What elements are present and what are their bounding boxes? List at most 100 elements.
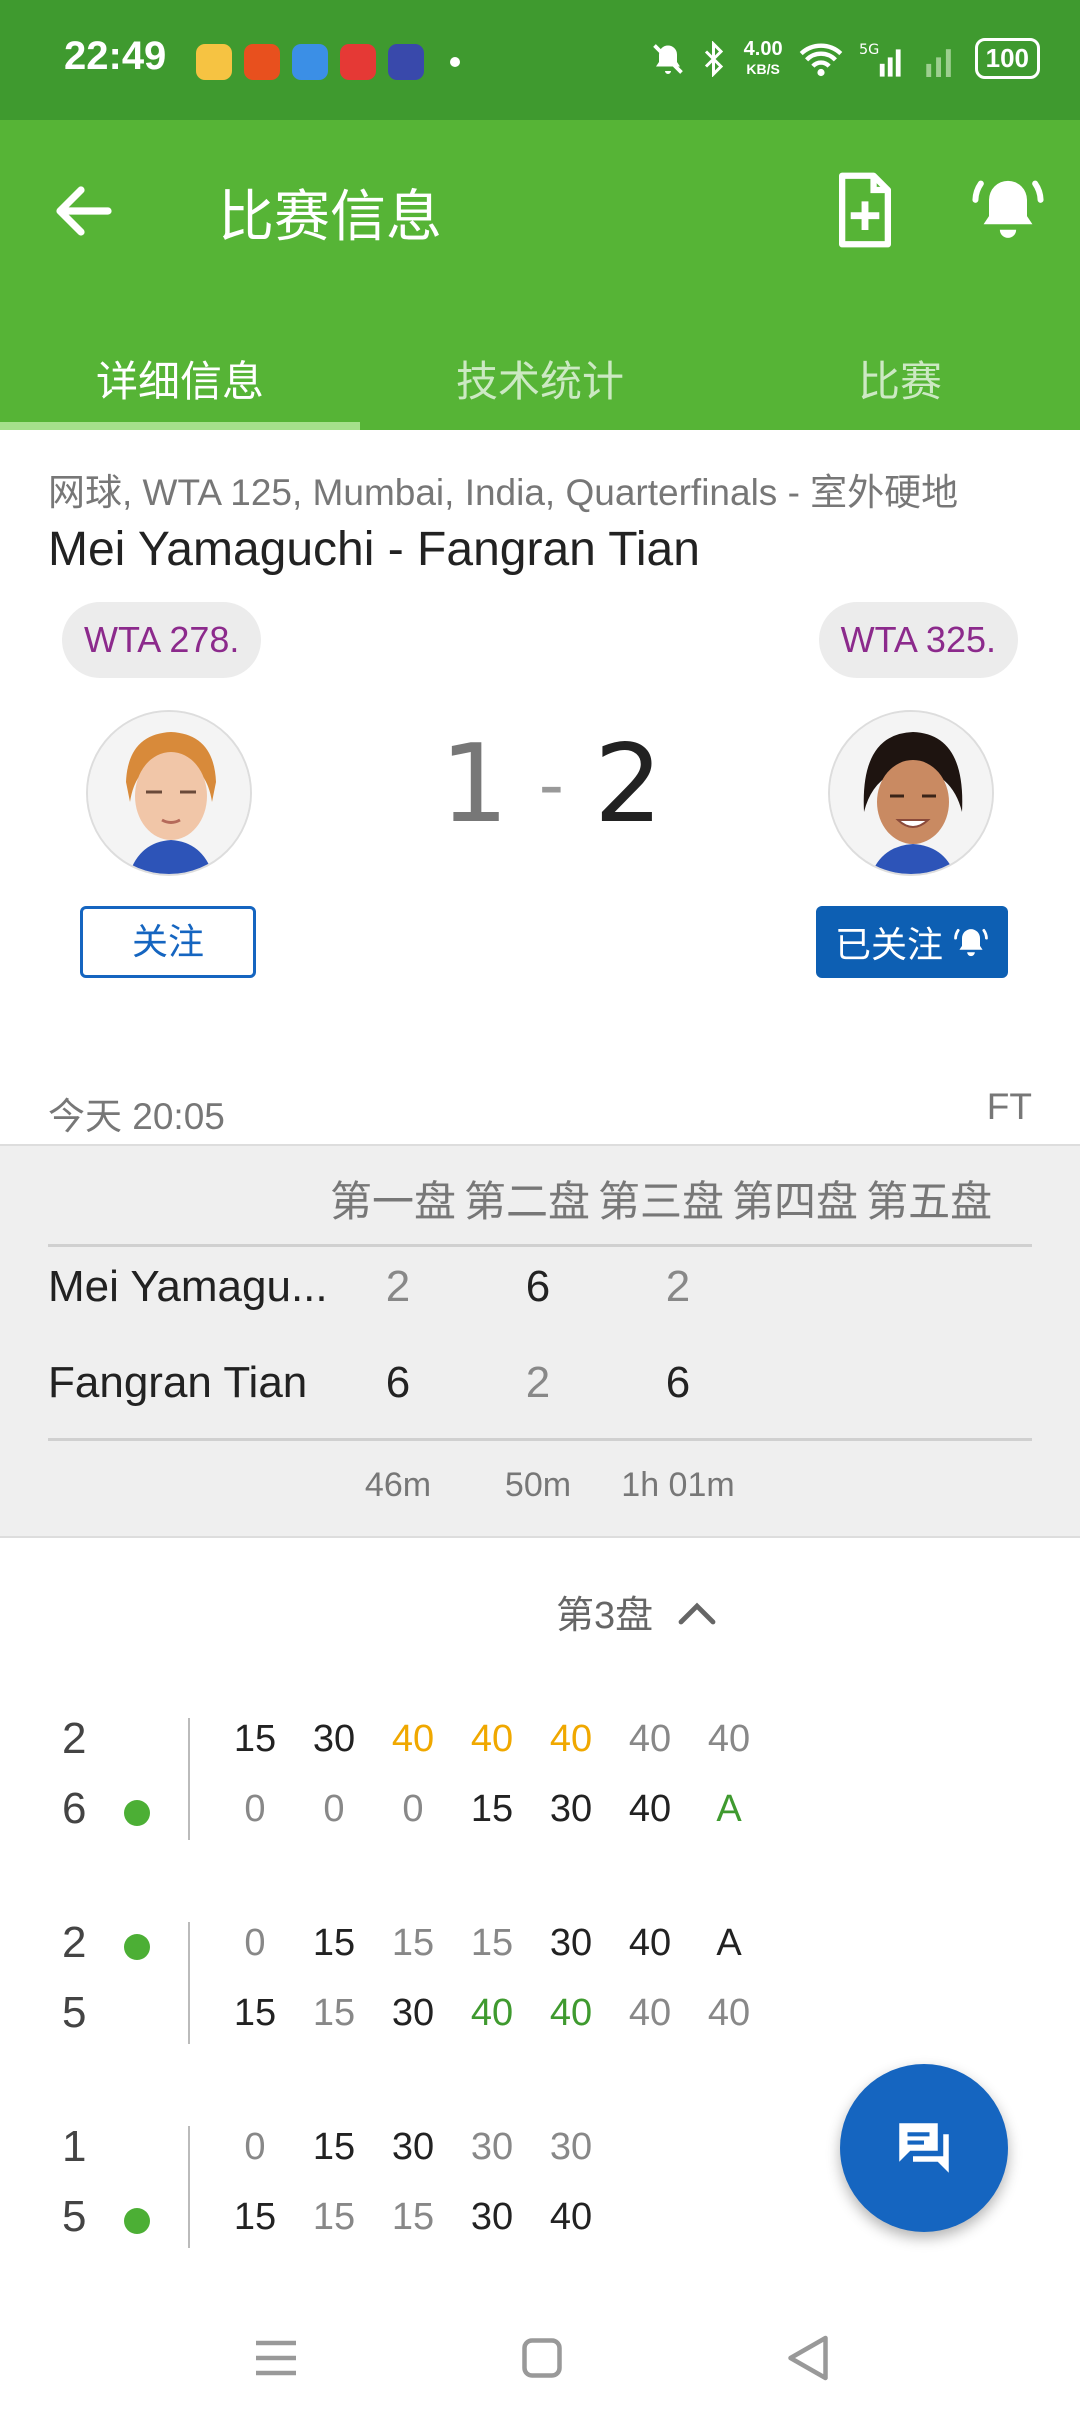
score-right: 2 (593, 722, 663, 847)
set-headers: 第一盘 第二盘 第三盘 第四盘 第五盘 (330, 1168, 992, 1229)
match-meta: 网球, WTA 125, Mumbai, India, Quarterfinal… (48, 472, 959, 513)
chat-button[interactable] (840, 2064, 1008, 2232)
server-indicator-icon (124, 1934, 150, 1960)
point-score: 30 (549, 1922, 593, 1964)
tab-statistics[interactable]: 技术统计 (360, 310, 720, 430)
server-indicator-icon (124, 1800, 150, 1826)
tab-details[interactable]: 详细信息 (0, 310, 360, 430)
point-score: A (716, 1922, 742, 1964)
wifi-icon (799, 43, 842, 76)
follow-button-left[interactable]: 关注 (80, 906, 256, 978)
status-indicators: 4.00 KB/S 5G 100 (650, 38, 1040, 79)
point-score: 40 (391, 1718, 435, 1760)
following-button-right[interactable]: 已关注 (816, 906, 1008, 978)
net-speed: 4.00 KB/S (743, 37, 783, 77)
match-status: FT (986, 1086, 1032, 1127)
player-name-2: Fangran Tian (48, 1358, 308, 1407)
signal-empty-icon (925, 48, 951, 77)
set-detail-toggle[interactable]: 第3盘 (556, 1584, 717, 1639)
point-score: 30 (549, 1788, 593, 1830)
tab-matches[interactable]: 比赛 (720, 310, 1080, 430)
game-score-top: 2 (62, 1918, 87, 1967)
point-score: 40 (549, 1992, 593, 2034)
point-score: 40 (628, 1788, 672, 1830)
menu-icon[interactable] (246, 2328, 306, 2388)
game-row: 2 15 30 40 40 40 40 40 6 0 0 0 15 30 40 A (0, 1714, 1080, 1840)
set-score: 2 (665, 1262, 691, 1311)
game-score-bottom: 5 (62, 1988, 87, 2037)
chat-icon (899, 2123, 949, 2173)
system-nav-bar (0, 2300, 1080, 2414)
point-score: 40 (628, 1718, 672, 1760)
tieba-app-icon (388, 44, 424, 80)
point-score: 40 (628, 1922, 672, 1964)
point-score: 40 (549, 2196, 593, 2238)
battery-indicator: 100 (974, 38, 1040, 79)
point-score: 40 (549, 1718, 593, 1760)
s-app-icon (244, 44, 280, 80)
set-header-5: 第五盘 (866, 1178, 993, 1225)
game-score-bottom: 6 (62, 1784, 87, 1833)
point-score: A (716, 1788, 742, 1830)
point-score: 30 (391, 1992, 435, 2034)
match-date-row: 今天 20:05 FT (48, 1086, 1032, 1140)
server-indicator-icon (124, 2208, 150, 2234)
game-score-bottom: 5 (62, 2192, 87, 2241)
score-separator: - (538, 743, 564, 826)
rank-badge-left: WTA 278. (62, 602, 262, 678)
point-score: 30 (312, 1718, 356, 1760)
point-score: 15 (391, 2196, 435, 2238)
set-score: 6 (665, 1358, 691, 1407)
player-name-1: Mei Yamagu... (48, 1262, 328, 1311)
player-photo-left (88, 712, 250, 874)
set-score: 2 (525, 1358, 551, 1407)
notification-dot-icon (450, 57, 460, 67)
signal-5g-icon: 5G (859, 42, 901, 77)
status-bar: 22:49 4.00 KB/S 5G 100 (0, 0, 1080, 120)
browser-app-icon (292, 44, 328, 80)
add-document-icon[interactable] (830, 170, 900, 250)
weibo-app-icon (196, 44, 232, 80)
player-avatar-left[interactable] (86, 710, 252, 876)
set-score: 2 (385, 1262, 411, 1311)
point-score: 0 (244, 1922, 266, 1964)
player-avatar-right[interactable] (828, 710, 994, 876)
svg-text:5G: 5G (859, 42, 879, 58)
point-score: 40 (470, 1718, 514, 1760)
point-score: 40 (628, 1992, 672, 2034)
point-score: 15 (312, 2196, 356, 2238)
mute-icon (652, 43, 683, 74)
back-triangle-icon[interactable] (778, 2328, 838, 2388)
set-header-4: 第四盘 (732, 1178, 859, 1225)
set-duration: 1h 01m (621, 1466, 735, 1504)
tab-bar: 详细信息 技术统计 比赛 (0, 310, 1080, 430)
player-photo-right (830, 712, 992, 874)
rank-badge-right: WTA 325. (818, 602, 1018, 678)
match-score: 1 - 2 (440, 722, 663, 847)
game-score-top: 2 (62, 1714, 87, 1763)
game-divider-line (188, 1718, 190, 1840)
set-detail-label: 第3盘 (556, 1595, 654, 1637)
point-score: 40 (707, 1718, 751, 1760)
point-score: 0 (244, 1788, 266, 1830)
bell-ring-icon[interactable] (970, 168, 1046, 248)
back-arrow-icon[interactable] (48, 175, 120, 247)
set-header-2: 第二盘 (464, 1178, 591, 1225)
point-score: 30 (391, 2126, 435, 2168)
set-header-1: 第一盘 (330, 1178, 457, 1225)
point-score: 15 (470, 1788, 514, 1830)
set-score: 6 (385, 1358, 411, 1407)
point-score: 15 (233, 1992, 277, 2034)
point-score: 0 (402, 1788, 424, 1830)
red-app-icon (340, 44, 376, 80)
game-score-top: 1 (62, 2122, 87, 2171)
match-date: 今天 20:05 (48, 1096, 225, 1137)
bell-ring-icon (954, 929, 988, 957)
set-score: 6 (525, 1262, 551, 1311)
point-score: 40 (470, 1992, 514, 2034)
home-icon[interactable] (512, 2328, 572, 2388)
point-score: 15 (233, 1718, 277, 1760)
point-score: 15 (391, 1922, 435, 1964)
app-bar: 比赛信息 详细信息 技术统计 比赛 (0, 120, 1080, 430)
point-score: 15 (312, 1992, 356, 2034)
